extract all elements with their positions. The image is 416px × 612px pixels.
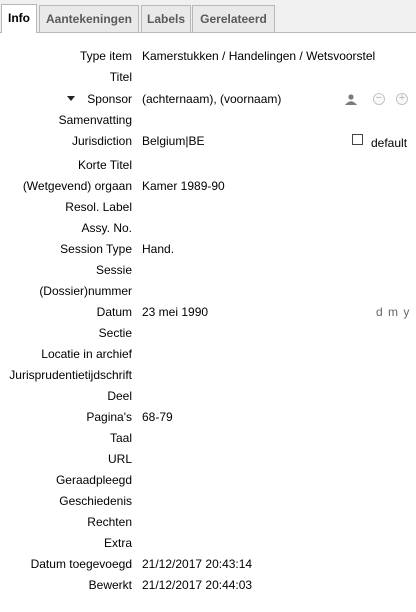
field-archive-location: Locatie in archief [0, 344, 416, 365]
sponsor-label[interactable]: Sponsor [87, 89, 132, 110]
item-type-label: Type item [79, 49, 132, 63]
date-added-label: Datum toegevoegd [30, 557, 132, 571]
session-type-label: Session Type [60, 242, 132, 256]
modified-value: 21/12/2017 20:44:03 [142, 578, 253, 592]
field-assy-no: Assy. No. [0, 218, 416, 239]
short-title-label: Korte Titel [77, 158, 132, 172]
field-rights: Rechten [0, 512, 416, 533]
resol-label-label: Resol. Label [65, 200, 132, 214]
language-label: Taal [109, 431, 132, 445]
jurisdiction-label: Jurisdiction [71, 134, 132, 148]
field-session-type: Session Type Hand. [0, 239, 416, 260]
jurisprudence-journal-label: Jurisprudentietijdschrift [9, 368, 132, 382]
default-checkbox-label[interactable]: default [371, 133, 407, 154]
field-section: Sectie [0, 323, 416, 344]
abstract-label: Samenvatting [58, 113, 132, 127]
archive-location-label: Locatie in archief [41, 347, 132, 361]
field-legislative-body: (Wetgevend) orgaan Kamer 1989-90 [0, 176, 416, 197]
field-accessed: Geraadpleegd [0, 470, 416, 491]
volume-label: Deel [107, 389, 132, 403]
extra-label: Extra [103, 536, 132, 550]
field-extra: Extra [0, 533, 416, 554]
tab-info[interactable]: Info [1, 4, 37, 33]
jurisdiction-value[interactable]: Belgium|BE [142, 131, 204, 152]
url-label: URL [107, 452, 132, 466]
session-type-value[interactable]: Hand. [142, 239, 174, 260]
field-resol-label: Resol. Label [0, 197, 416, 218]
field-pages: Pagina's 68-79 [0, 407, 416, 428]
modified-label: Bewerkt [88, 578, 132, 592]
legislative-body-label: (Wetgevend) orgaan [22, 179, 132, 193]
item-type-select[interactable]: Kamerstukken / Handelingen / Wetsvoorste… [142, 46, 375, 67]
date-value[interactable]: 23 mei 1990 [142, 302, 208, 323]
title-label: Titel [109, 70, 132, 84]
sponsor-first-name[interactable]: (voornaam) [220, 89, 281, 110]
date-format-hint: d m y [376, 305, 411, 319]
field-docket-number: (Dossier)nummer [0, 281, 416, 302]
tab-notes[interactable]: Aantekeningen [39, 5, 139, 32]
field-volume: Deel [0, 386, 416, 407]
field-sponsor: Sponsor (achternaam), (voornaam) − + [0, 89, 416, 110]
field-abstract: Samenvatting [0, 110, 416, 131]
person-icon[interactable] [344, 94, 357, 106]
field-session: Sessie [0, 260, 416, 281]
assy-no-label: Assy. No. [81, 221, 132, 235]
field-date-added: Datum toegevoegd 21/12/2017 20:43:14 [0, 554, 416, 575]
field-language: Taal [0, 428, 416, 449]
rights-label: Rechten [87, 515, 132, 529]
sponsor-last-name[interactable]: (achternaam), [142, 89, 217, 110]
field-history: Geschiedenis [0, 491, 416, 512]
field-jurisprudence-journal: Jurisprudentietijdschrift [0, 365, 416, 386]
section-label: Sectie [98, 326, 132, 340]
history-label: Geschiedenis [59, 494, 132, 508]
legislative-body-value[interactable]: Kamer 1989-90 [142, 176, 225, 197]
session-label: Sessie [95, 263, 132, 277]
field-item-type: Type item Kamerstukken / Handelingen / W… [0, 46, 416, 67]
date-label: Datum [96, 305, 132, 319]
field-url: URL [0, 449, 416, 470]
triangle-down-icon[interactable] [67, 96, 75, 101]
plus-circle-icon[interactable]: + [396, 93, 408, 105]
tab-related[interactable]: Gerelateerd [192, 5, 275, 32]
default-checkbox[interactable] [352, 134, 363, 145]
field-jurisdiction: Jurisdiction Belgium|BE default [0, 131, 416, 152]
pages-label: Pagina's [86, 410, 132, 424]
minus-circle-icon[interactable]: − [373, 93, 385, 105]
docket-number-label: (Dossier)nummer [39, 284, 132, 298]
field-modified: Bewerkt 21/12/2017 20:44:03 [0, 575, 416, 596]
field-title: Titel [0, 67, 416, 88]
accessed-label: Geraadpleegd [55, 473, 132, 487]
pages-value[interactable]: 68-79 [142, 407, 173, 428]
tab-bar: Info Aantekeningen Labels Gerelateerd [0, 0, 416, 33]
field-date: Datum 23 mei 1990 d m y [0, 302, 416, 323]
date-added-value: 21/12/2017 20:43:14 [142, 557, 253, 571]
field-short-title: Korte Titel [0, 155, 416, 176]
tab-tags[interactable]: Labels [141, 5, 191, 32]
